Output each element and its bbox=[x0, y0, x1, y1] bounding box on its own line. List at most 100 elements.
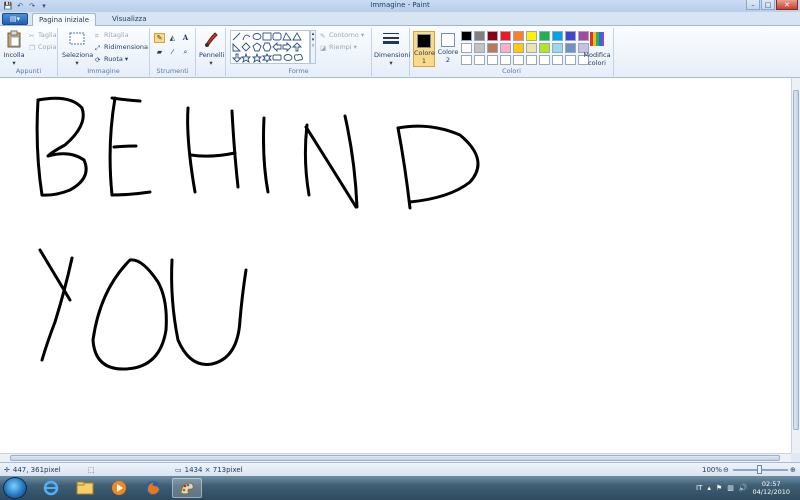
title-bar: 💾 ↶ ↷ ▾ Immagine - Paint – □ ✕ bbox=[0, 0, 800, 12]
color1-button[interactable]: Colore 1 bbox=[413, 31, 435, 67]
group-label-shapes: Forme bbox=[288, 67, 309, 75]
media-player-icon[interactable] bbox=[104, 478, 134, 498]
minimize-button[interactable]: – bbox=[746, 0, 760, 10]
resize-button[interactable]: ⤢ Ridimensiona bbox=[95, 43, 148, 52]
undo-icon[interactable]: ↶ bbox=[15, 2, 25, 11]
close-button[interactable]: ✕ bbox=[776, 0, 798, 10]
fill-bucket-icon[interactable]: ◭ bbox=[167, 33, 178, 43]
palette-swatch[interactable] bbox=[552, 55, 563, 65]
palette-swatch[interactable] bbox=[526, 43, 537, 53]
start-button[interactable] bbox=[3, 477, 27, 499]
eraser-icon[interactable]: ▰ bbox=[154, 47, 165, 57]
palette-swatch[interactable] bbox=[474, 43, 485, 53]
palette-swatch[interactable] bbox=[500, 31, 511, 41]
paste-button[interactable]: Incolla ▾ bbox=[3, 30, 25, 67]
palette-swatch[interactable] bbox=[539, 31, 550, 41]
pencil-icon[interactable]: ✎ bbox=[154, 33, 165, 43]
group-shapes: ▴ ▾ ▿ ✎ Contorno ▾ ◪ Riempi ▾ Forme bbox=[226, 28, 372, 76]
shapes-gallery bbox=[230, 30, 310, 64]
horizontal-scroll-thumb[interactable] bbox=[10, 455, 780, 461]
palette-swatch[interactable] bbox=[487, 43, 498, 53]
curve-shape-icon bbox=[242, 34, 251, 41]
palette-swatch[interactable] bbox=[565, 31, 576, 41]
color2-button[interactable]: Colore 2 bbox=[437, 31, 459, 67]
tray-chevron-icon[interactable]: ▴ bbox=[707, 484, 711, 492]
paint-icon[interactable] bbox=[172, 478, 202, 498]
firefox-icon[interactable] bbox=[138, 478, 168, 498]
ie-icon[interactable] bbox=[36, 478, 66, 498]
fill-button[interactable]: ◪ Riempi ▾ bbox=[320, 43, 357, 52]
copy-icon: ❐ bbox=[29, 43, 35, 52]
palette-swatch[interactable] bbox=[565, 43, 576, 53]
copy-button[interactable]: ❐ Copia bbox=[29, 43, 56, 52]
selection-size: ⬚ bbox=[88, 466, 95, 474]
selection-rect-icon bbox=[69, 32, 85, 45]
palette-swatch[interactable] bbox=[526, 55, 537, 65]
palette-swatch[interactable] bbox=[500, 55, 511, 65]
volume-icon[interactable]: 🔊 bbox=[739, 484, 748, 492]
palette-swatch[interactable] bbox=[487, 31, 498, 41]
palette-swatch[interactable] bbox=[513, 31, 524, 41]
palette-swatch[interactable] bbox=[487, 55, 498, 65]
drawing-canvas[interactable] bbox=[0, 78, 791, 453]
palette-swatch[interactable] bbox=[474, 55, 485, 65]
palette-swatch[interactable] bbox=[461, 31, 472, 41]
star6-shape-icon bbox=[261, 52, 273, 64]
palette-swatch[interactable] bbox=[474, 31, 485, 41]
paint-menu-icon: ▤▾ bbox=[9, 15, 21, 23]
quick-access-toolbar: 💾 ↶ ↷ ▾ bbox=[0, 2, 49, 11]
paint-menu-button[interactable]: ▤▾ bbox=[2, 13, 28, 25]
palette-swatch[interactable] bbox=[552, 31, 563, 41]
select-button[interactable]: Seleziona ▾ bbox=[62, 30, 93, 67]
flag-icon[interactable]: ⚑ bbox=[716, 484, 722, 492]
vertical-scroll-thumb[interactable] bbox=[793, 90, 799, 430]
palette-swatch[interactable] bbox=[552, 43, 563, 53]
language-indicator[interactable]: IT bbox=[696, 484, 702, 492]
text-tool-icon[interactable]: A bbox=[180, 33, 191, 43]
right-triangle-shape-icon bbox=[232, 42, 242, 52]
palette-swatch[interactable] bbox=[539, 55, 550, 65]
palette-swatch[interactable] bbox=[526, 31, 537, 41]
window-title: Immagine - Paint bbox=[370, 1, 430, 9]
group-label-image: Immagine bbox=[87, 67, 120, 75]
zoom-in-button[interactable]: ⊕ bbox=[790, 466, 796, 474]
vertical-scrollbar[interactable] bbox=[791, 78, 800, 453]
tab-home[interactable]: Pagina iniziale bbox=[32, 13, 97, 26]
rotate-button[interactable]: ⟳ Ruota ▾ bbox=[95, 55, 128, 64]
explorer-icon[interactable] bbox=[70, 478, 100, 498]
shapes-scroll[interactable]: ▴ ▾ ▿ bbox=[310, 30, 316, 64]
magnifier-icon[interactable]: ⌕ bbox=[180, 47, 191, 57]
crop-button[interactable]: ⌗ Ritaglia bbox=[95, 31, 129, 40]
palette-swatch[interactable] bbox=[539, 43, 550, 53]
resize-icon: ⤢ bbox=[95, 43, 101, 52]
palette-swatch[interactable] bbox=[513, 55, 524, 65]
brushes-button[interactable]: Pennelli ▾ bbox=[199, 30, 224, 67]
line-shape-icon bbox=[232, 32, 241, 41]
palette-swatch[interactable] bbox=[513, 43, 524, 53]
palette-swatch[interactable] bbox=[461, 43, 472, 53]
color-palette bbox=[461, 31, 590, 66]
network-icon[interactable]: ▥ bbox=[727, 484, 734, 492]
maximize-button[interactable]: □ bbox=[761, 0, 775, 10]
size-button[interactable]: Dimensioni ▾ bbox=[374, 30, 410, 67]
palette-swatch[interactable] bbox=[461, 55, 472, 65]
edit-colors-button[interactable]: Modifica colori bbox=[582, 30, 612, 67]
clock[interactable]: 02:57 04/12/2010 bbox=[753, 480, 790, 496]
palette-swatch[interactable] bbox=[500, 43, 511, 53]
horizontal-scrollbar[interactable] bbox=[0, 453, 791, 462]
redo-icon[interactable]: ↷ bbox=[27, 2, 37, 11]
ribbon: Incolla ▾ ✂ Taglia ❐ Copia Appunti Selezio… bbox=[0, 26, 800, 78]
tab-view[interactable]: Visualizza bbox=[106, 13, 152, 26]
palette-swatch[interactable] bbox=[565, 55, 576, 65]
color-picker-icon[interactable]: ⁄ bbox=[167, 47, 178, 57]
zoom-level: 100% bbox=[702, 466, 723, 474]
system-tray: IT ▴ ⚑ ▥ 🔊 02:57 04/12/2010 bbox=[696, 476, 800, 500]
outline-button[interactable]: ✎ Contorno ▾ bbox=[320, 31, 364, 40]
customize-chevron-icon[interactable]: ▾ bbox=[39, 2, 49, 11]
zoom-slider-thumb[interactable] bbox=[757, 465, 762, 474]
zoom-out-button[interactable]: ⊖ bbox=[723, 466, 729, 474]
triangle-shape-icon bbox=[292, 32, 302, 41]
cut-button[interactable]: ✂ Taglia bbox=[29, 31, 57, 40]
scroll-corner bbox=[791, 453, 800, 462]
save-icon[interactable]: 💾 bbox=[3, 2, 13, 11]
